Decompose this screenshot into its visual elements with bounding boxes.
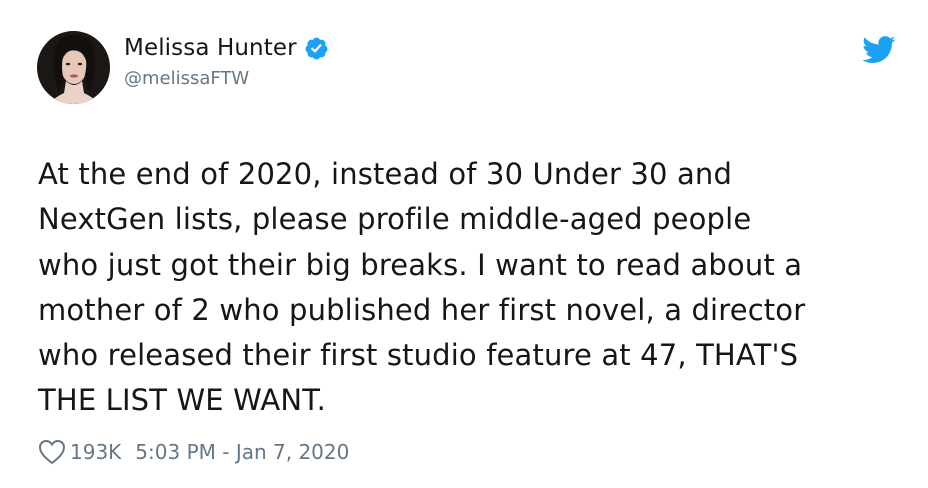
like-count: 193K xyxy=(70,440,122,464)
avatar-photo xyxy=(37,31,110,104)
tweet-text-line: THE LIST WE WANT. xyxy=(38,383,326,418)
tweet-timestamp[interactable]: 5:03 PM - Jan 7, 2020 xyxy=(135,440,349,464)
author-name-row: Melissa Hunter xyxy=(124,31,329,65)
verified-badge-icon xyxy=(304,36,329,61)
tweet-text-line: At the end of 2020, instead of 30 Under … xyxy=(38,157,733,191)
tweet-card: Melissa Hunter @melissaFTW At the end of… xyxy=(0,0,928,488)
tweet-meta-row: 193K 5:03 PM - Jan 7, 2020 xyxy=(38,436,349,468)
tweet-text-line: mother of 2 who published her first nove… xyxy=(38,292,806,327)
tweet-text-line: NextGen lists, please profile middle-age… xyxy=(38,202,752,237)
avatar[interactable] xyxy=(37,31,110,104)
heart-outline-icon[interactable] xyxy=(38,439,66,465)
twitter-bird-icon[interactable] xyxy=(862,36,896,64)
tweet-text-line: who released their first studio feature … xyxy=(38,338,799,373)
display-name[interactable]: Melissa Hunter xyxy=(124,35,297,61)
tweet-text-line: who just got their big breaks. I want to… xyxy=(38,247,803,282)
author-handle[interactable]: @melissaFTW xyxy=(124,68,249,89)
tweet-text: At the end of 2020, instead of 30 Under … xyxy=(38,152,908,424)
